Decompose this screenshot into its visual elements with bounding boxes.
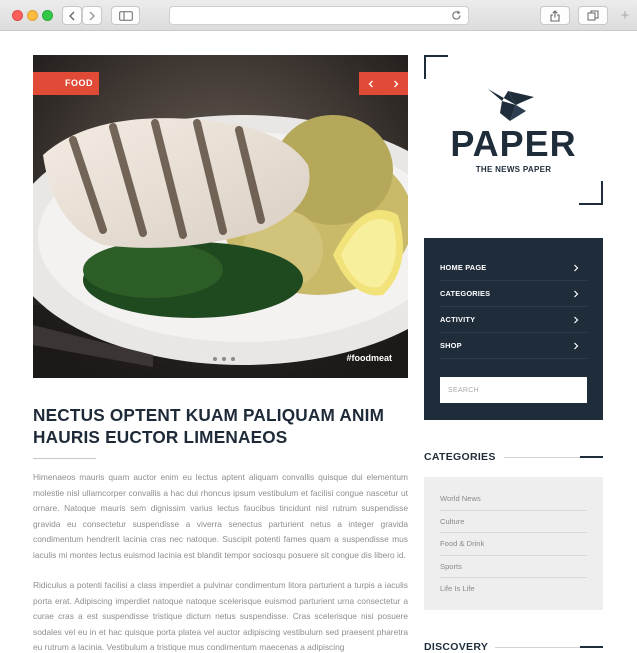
slider-dot[interactable] (231, 357, 235, 361)
slider-dot[interactable] (213, 357, 217, 361)
logo-frame-corner (579, 181, 603, 205)
slider-dots (204, 357, 235, 361)
close-window-button[interactable] (12, 10, 23, 21)
section-divider-accent (580, 456, 603, 458)
slider-arrows (359, 72, 408, 95)
zoom-window-button[interactable] (42, 10, 53, 21)
logo-frame-corner (424, 55, 448, 79)
site-logo[interactable]: PAPER THE NEWS PAPER (424, 55, 603, 205)
category-item-sports[interactable]: Sports (440, 556, 587, 578)
logo-tagline: THE NEWS PAPER (475, 165, 552, 174)
chevron-left-icon (368, 80, 374, 87)
section-divider (504, 457, 580, 458)
slider-dot[interactable] (222, 357, 226, 361)
sidebar-icon (118, 10, 133, 21)
logo-wordmark: PAPER (450, 123, 577, 164)
browser-toolbar: + (0, 0, 637, 31)
nav-item-home-page[interactable]: HOME PAGE (440, 255, 587, 281)
nav-item-shop[interactable]: SHOP (440, 333, 587, 359)
reload-icon[interactable] (451, 10, 462, 21)
chevron-right-icon (574, 290, 579, 298)
article-paragraph: Ridiculus a potenti facilisi a class imp… (33, 580, 408, 652)
sidebar-toggle-button[interactable] (111, 6, 140, 25)
food-photo (33, 55, 408, 378)
slider-dot[interactable] (204, 357, 208, 361)
category-item-world-news[interactable]: World News (440, 488, 587, 511)
slider-prev-button[interactable] (359, 72, 384, 95)
featured-slider[interactable]: FOOD #foodmeat (33, 55, 408, 378)
category-item-life-is-life[interactable]: Life Is Life (440, 578, 587, 601)
chevron-right-icon (574, 264, 579, 272)
bird-logo-icon (488, 89, 534, 121)
minimize-window-button[interactable] (27, 10, 38, 21)
search-input[interactable] (440, 377, 587, 403)
category-item-food-drink[interactable]: Food & Drink (440, 533, 587, 556)
nav-item-categories[interactable]: CATEGORIES (440, 281, 587, 307)
discovery-heading: DISCOVERY (424, 641, 489, 653)
share-button[interactable] (540, 6, 570, 25)
tabs-icon (587, 10, 599, 21)
nav-item-label: SHOP (440, 341, 462, 350)
address-bar[interactable] (169, 6, 469, 25)
chevron-right-icon (574, 316, 579, 324)
headline-divider (33, 458, 96, 459)
nav-item-label: CATEGORIES (440, 289, 491, 298)
photo-hashtag: #foodmeat (346, 353, 392, 363)
chevron-right-icon (574, 342, 579, 350)
chevron-right-icon (89, 11, 95, 20)
categories-list: World News Culture Food & Drink Sports L… (424, 477, 603, 610)
article-headline[interactable]: NECTUS OPTENT KUAM PALIQUAM ANIM HAURIS … (33, 404, 408, 448)
nav-item-label: HOME PAGE (440, 263, 487, 272)
main-navigation: HOME PAGE CATEGORIES ACTIVITY SHOP (424, 238, 603, 420)
chevron-left-icon (69, 11, 75, 20)
chevron-right-icon (393, 80, 399, 87)
categories-heading: CATEGORIES (424, 451, 496, 463)
back-button[interactable] (62, 6, 82, 25)
forward-button[interactable] (82, 6, 102, 25)
category-tag[interactable]: FOOD (33, 72, 99, 95)
new-tab-button[interactable]: + (617, 8, 633, 24)
share-icon (550, 9, 560, 22)
section-divider-accent (580, 646, 603, 648)
nav-item-activity[interactable]: ACTIVITY (440, 307, 587, 333)
nav-item-label: ACTIVITY (440, 315, 476, 324)
slider-next-button[interactable] (384, 72, 409, 95)
tabs-button[interactable] (578, 6, 608, 25)
article-paragraph: Himenaeos mauris quam auctor enim eu lec… (33, 472, 408, 560)
section-divider (495, 647, 580, 648)
category-item-culture[interactable]: Culture (440, 511, 587, 533)
